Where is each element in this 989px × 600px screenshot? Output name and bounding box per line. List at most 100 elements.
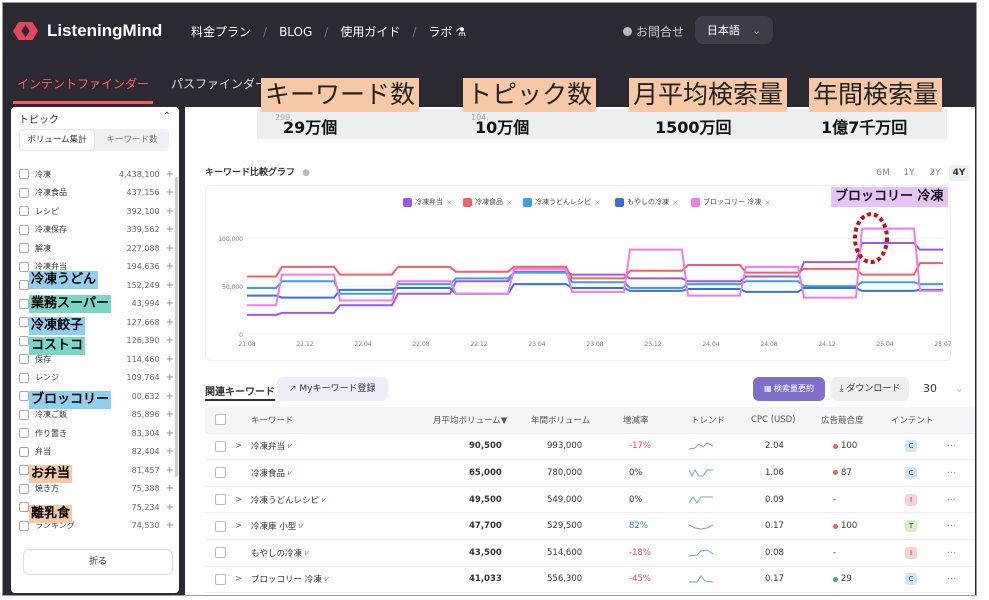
plus-icon[interactable]: + bbox=[166, 391, 174, 402]
download-button[interactable]: ⤓ ダウンロード bbox=[831, 377, 909, 401]
plus-icon[interactable]: + bbox=[166, 280, 174, 291]
plus-icon[interactable]: + bbox=[166, 261, 174, 272]
sidebar-scrollbar[interactable] bbox=[175, 177, 178, 477]
col-keyword[interactable]: キーワード bbox=[251, 407, 294, 433]
tab-intent-finder[interactable]: インテントファインダー bbox=[12, 75, 154, 104]
topic-checkbox[interactable] bbox=[19, 483, 29, 494]
plus-icon[interactable]: + bbox=[166, 206, 174, 217]
expand-icon[interactable]: > bbox=[235, 567, 242, 593]
topic-checkbox[interactable] bbox=[19, 502, 29, 513]
volume-summary-button[interactable]: ▦ 検索量要約 bbox=[753, 377, 825, 401]
chart-icon[interactable]: ⩗ bbox=[305, 548, 310, 558]
table-row[interactable]: > 冷凍庫 小型 ⩗ 47,700 529,500 82% 0.17 100 T ⋯ bbox=[205, 513, 975, 540]
plus-icon[interactable]: + bbox=[166, 224, 174, 235]
more-icon[interactable]: ⋯ bbox=[947, 540, 956, 566]
topic-checkbox[interactable] bbox=[19, 317, 29, 328]
plus-icon[interactable]: + bbox=[166, 483, 174, 494]
topic-checkbox[interactable] bbox=[19, 409, 29, 420]
plus-icon[interactable]: + bbox=[166, 446, 174, 457]
topic-checkbox[interactable] bbox=[19, 335, 29, 346]
plus-icon[interactable]: + bbox=[166, 409, 174, 420]
table-row[interactable]: > 冷凍うどんレシピ ⩗ 49,500 549,000 0% 0.09 - I ⋯ bbox=[205, 487, 975, 514]
more-icon[interactable]: ⋯ bbox=[947, 434, 956, 460]
topic-checkbox[interactable] bbox=[19, 372, 29, 383]
topic-item[interactable]: 弁当 82,404 + bbox=[19, 443, 174, 462]
col-yearly-volume[interactable]: 年間ボリューム bbox=[531, 407, 590, 433]
row-checkbox[interactable] bbox=[215, 520, 226, 532]
topic-checkbox[interactable] bbox=[19, 354, 29, 365]
more-icon[interactable]: ⋯ bbox=[947, 567, 956, 593]
language-select[interactable]: 日本語 ⌄ bbox=[695, 16, 773, 44]
expand-icon[interactable]: > bbox=[235, 513, 242, 539]
col-competition[interactable]: 広告競合度 bbox=[821, 407, 864, 433]
keyword-text[interactable]: ブロッコリー 冷凍 bbox=[251, 573, 322, 585]
table-row[interactable]: 冷凍食品 ⩗ 65,000 780,000 0% 1.06 87 C ⋯ bbox=[205, 460, 975, 487]
topic-checkbox[interactable] bbox=[19, 243, 29, 254]
topic-item[interactable]: 作り置き 83,304 + bbox=[19, 424, 174, 443]
chevron-up-icon[interactable]: ⌃ bbox=[163, 111, 171, 126]
col-growth[interactable]: 増減率 bbox=[623, 407, 649, 433]
topic-checkbox[interactable] bbox=[19, 465, 29, 476]
more-icon[interactable]: ⋯ bbox=[947, 460, 956, 486]
plus-icon[interactable]: + bbox=[166, 428, 174, 439]
more-icon[interactable]: ⋯ bbox=[947, 513, 956, 539]
row-checkbox[interactable] bbox=[215, 467, 226, 479]
topic-checkbox[interactable] bbox=[19, 261, 29, 272]
topic-checkbox[interactable] bbox=[19, 224, 29, 235]
topic-checkbox[interactable] bbox=[19, 391, 29, 402]
topic-checkbox[interactable] bbox=[19, 169, 29, 180]
plus-icon[interactable]: + bbox=[166, 354, 174, 365]
chart-icon[interactable]: ⩗ bbox=[322, 495, 327, 505]
fold-button[interactable]: 折る bbox=[23, 549, 173, 575]
topic-checkbox[interactable] bbox=[19, 520, 29, 531]
keyword-text[interactable]: 冷凍弁当 bbox=[251, 440, 285, 452]
topic-item[interactable]: 冷凍 4,438,100 + bbox=[19, 165, 174, 184]
chart-icon[interactable]: ⩗ bbox=[325, 574, 330, 584]
chart-icon[interactable]: ⩗ bbox=[288, 441, 293, 451]
contact-link[interactable]: お問合せ bbox=[623, 23, 684, 40]
keyword-text[interactable]: 冷凍庫 小型 bbox=[251, 520, 296, 532]
expand-icon[interactable]: > bbox=[235, 487, 242, 513]
col-monthly-volume[interactable]: 月平均ボリューム▼ bbox=[433, 407, 507, 433]
toggle-volume[interactable]: ボリューム集計 bbox=[20, 130, 94, 150]
select-all-checkbox[interactable] bbox=[215, 414, 226, 426]
plus-icon[interactable]: + bbox=[166, 169, 174, 180]
chart-icon[interactable]: ⩗ bbox=[288, 468, 293, 478]
nav-pricing[interactable]: 料金プラン bbox=[191, 23, 251, 40]
table-row[interactable]: もやしの冷凍 ⩗ 43,500 514,600 -18% 0.08 - I ⋯ bbox=[205, 540, 975, 567]
topic-checkbox[interactable] bbox=[19, 206, 29, 217]
plus-icon[interactable]: + bbox=[166, 372, 174, 383]
plus-icon[interactable]: + bbox=[166, 243, 174, 254]
keyword-text[interactable]: もやしの冷凍 bbox=[251, 547, 302, 559]
row-checkbox[interactable] bbox=[215, 547, 226, 559]
chart-icon[interactable]: ⩗ bbox=[299, 521, 304, 531]
nav-lab[interactable]: ラボ bbox=[428, 23, 452, 40]
plus-icon[interactable]: + bbox=[166, 520, 174, 531]
nav-guide[interactable]: 使用ガイド bbox=[340, 23, 400, 40]
topic-item[interactable]: レシピ 392,100 + bbox=[19, 202, 174, 221]
plus-icon[interactable]: + bbox=[166, 335, 174, 346]
topic-checkbox[interactable] bbox=[19, 280, 29, 291]
nav-blog[interactable]: BLOG bbox=[279, 25, 312, 39]
row-checkbox[interactable] bbox=[215, 494, 226, 506]
keyword-text[interactable]: 冷凍うどんレシピ bbox=[251, 494, 319, 506]
col-cpc[interactable]: CPC (USD) bbox=[751, 407, 796, 433]
row-checkbox[interactable] bbox=[215, 573, 226, 585]
topic-item[interactable]: 解凍 227,088 + bbox=[19, 239, 174, 258]
per-page-select[interactable]: 30 ⌄ bbox=[915, 377, 965, 401]
plus-icon[interactable]: + bbox=[166, 317, 174, 328]
topic-item[interactable]: 冷凍保存 339,562 + bbox=[19, 221, 174, 240]
topic-checkbox[interactable] bbox=[19, 428, 29, 439]
topic-checkbox[interactable] bbox=[19, 187, 29, 198]
topic-item[interactable]: 冷凍食品 437,156 + bbox=[19, 184, 174, 203]
more-icon[interactable]: ⋯ bbox=[947, 487, 956, 513]
toggle-keyword-count[interactable]: キーワード数 bbox=[95, 130, 169, 150]
tab-path-finder[interactable]: パスファインダー bbox=[171, 75, 267, 92]
plus-icon[interactable]: + bbox=[166, 502, 174, 513]
table-row[interactable]: > 冷凍弁当 ⩗ 90,500 993,000 -17% 2.04 100 C ⋯ bbox=[205, 434, 975, 461]
my-keyword-button[interactable]: ↗ Myキーワード登録 bbox=[277, 377, 388, 401]
logo[interactable]: ListeningMind bbox=[13, 19, 162, 43]
topic-checkbox[interactable] bbox=[19, 446, 29, 457]
plus-icon[interactable]: + bbox=[166, 298, 174, 309]
plus-icon[interactable]: + bbox=[166, 187, 174, 198]
